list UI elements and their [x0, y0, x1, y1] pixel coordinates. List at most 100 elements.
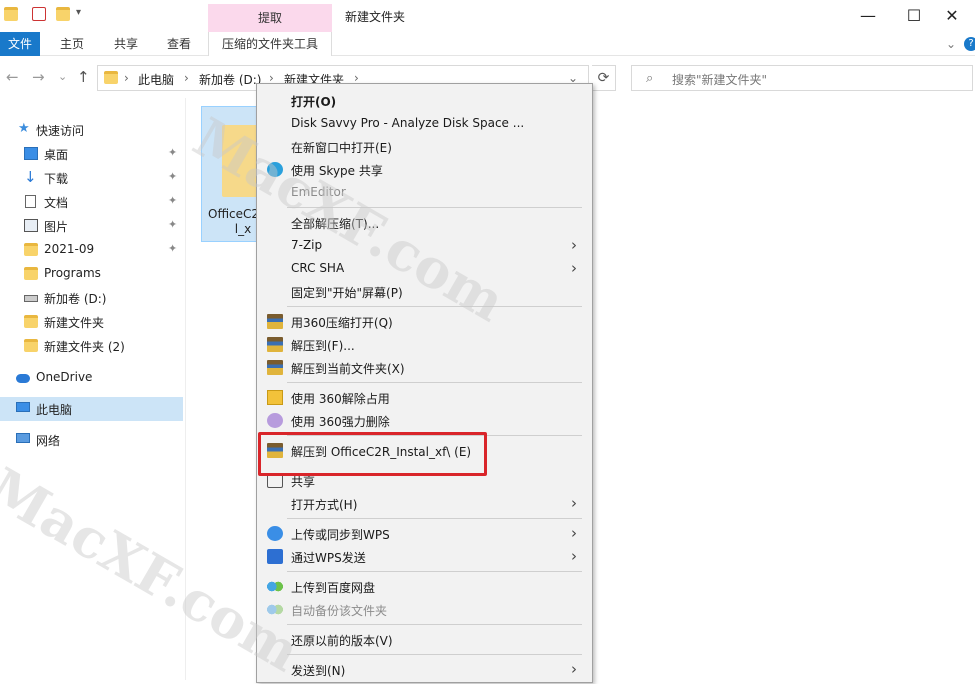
- picture-icon: [24, 219, 38, 232]
- refresh-button[interactable]: ⟳: [592, 65, 616, 91]
- menu-item-open-new-window[interactable]: 在新窗口中打开(E): [259, 135, 590, 158]
- properties-icon[interactable]: [32, 7, 46, 21]
- menu-label: Disk Savvy Pro - Analyze Disk Space ...: [291, 116, 525, 130]
- menu-item-extract-here[interactable]: 解压到当前文件夹(X): [259, 356, 590, 379]
- nav-label: 新建文件夹: [44, 316, 105, 330]
- computer-icon: [16, 402, 30, 412]
- submenu-arrow-icon: ›: [571, 524, 577, 542]
- pin-icon[interactable]: ✦: [168, 146, 177, 159]
- nav-item-drive-d[interactable]: 新加卷 (D:): [0, 286, 183, 310]
- menu-separator: [287, 654, 582, 655]
- delete-360-icon: [267, 413, 283, 428]
- menu-item-send-to[interactable]: 发送到(N) ›: [259, 658, 590, 681]
- network-icon: [16, 433, 30, 443]
- forward-button[interactable]: →: [32, 68, 45, 86]
- tab-view[interactable]: 查看: [157, 32, 201, 56]
- menu-label: 通过WPS发送: [291, 551, 366, 565]
- tab-home[interactable]: 主页: [50, 32, 94, 56]
- nav-label: 图片: [44, 220, 69, 234]
- ribbon-tabs: 文件 主页 共享 查看 压缩的文件夹工具 ⌄ ?: [0, 32, 975, 56]
- menu-label: 解压到当前文件夹(X): [291, 362, 405, 376]
- nav-label: OneDrive: [36, 370, 93, 384]
- drive-icon: [24, 295, 38, 302]
- nav-item-desktop[interactable]: 桌面 ✦: [0, 142, 183, 166]
- highlight-box: [258, 432, 487, 476]
- baidu-icon: [267, 579, 283, 594]
- folder-icon: [24, 267, 38, 280]
- menu-item-360-delete[interactable]: 使用 360强力删除: [259, 409, 590, 432]
- folder-icon: [24, 315, 38, 328]
- zip-icon: [267, 314, 283, 329]
- nav-item-new-folder-2[interactable]: 新建文件夹 (2): [0, 334, 183, 358]
- menu-item-wps-send[interactable]: 通过WPS发送 ›: [259, 545, 590, 568]
- nav-label: 新加卷 (D:): [44, 292, 107, 306]
- recent-locations-button[interactable]: ⌄: [58, 70, 67, 83]
- menu-separator: [287, 382, 582, 383]
- breadcrumb-separator[interactable]: ›: [184, 71, 189, 85]
- nav-item-onedrive[interactable]: OneDrive: [0, 366, 183, 390]
- tab-file[interactable]: 文件: [0, 32, 41, 56]
- help-icon[interactable]: ?: [964, 37, 975, 51]
- expand-ribbon-icon[interactable]: ⌄: [936, 32, 966, 56]
- context-tab-extract[interactable]: 提取: [208, 4, 332, 32]
- close-button[interactable]: ✕: [929, 0, 975, 32]
- nav-item-pictures[interactable]: 图片 ✦: [0, 214, 183, 238]
- customize-toolbar-icon[interactable]: ▾: [76, 7, 90, 21]
- menu-separator: [287, 518, 582, 519]
- pin-icon[interactable]: ✦: [168, 194, 177, 207]
- menu-item-open-360zip[interactable]: 用360压缩打开(Q): [259, 310, 590, 333]
- submenu-arrow-icon: ›: [571, 547, 577, 565]
- minimize-button[interactable]: —: [845, 0, 891, 32]
- menu-item-baidu-upload[interactable]: 上传到百度网盘: [259, 575, 590, 598]
- menu-item-open-with[interactable]: 打开方式(H) ›: [259, 492, 590, 515]
- breadcrumb-separator[interactable]: ›: [124, 71, 129, 85]
- wps-send-icon: [267, 549, 283, 564]
- nav-label: Programs: [44, 266, 101, 280]
- zip-icon: [267, 337, 283, 352]
- nav-item-downloads[interactable]: ↓ 下载 ✦: [0, 166, 183, 190]
- menu-item-disk-savvy[interactable]: Disk Savvy Pro - Analyze Disk Space ...: [259, 112, 590, 135]
- menu-item-open[interactable]: 打开(O): [259, 89, 590, 112]
- breadcrumb-drive-d[interactable]: 新加卷 (D:): [199, 71, 261, 88]
- menu-label: 在新窗口中打开(E): [291, 141, 392, 155]
- pin-icon[interactable]: ✦: [168, 170, 177, 183]
- menu-label: 打开方式(H): [291, 498, 358, 512]
- pin-icon[interactable]: ✦: [168, 218, 177, 231]
- menu-item-baidu-backup: 自动备份该文件夹: [259, 598, 590, 621]
- pin-icon[interactable]: ✦: [168, 242, 177, 255]
- up-button[interactable]: ↑: [77, 68, 90, 86]
- desktop-icon: [24, 147, 38, 160]
- submenu-arrow-icon: ›: [571, 259, 577, 277]
- menu-label: 解压到(F)...: [291, 339, 355, 353]
- nav-item-network[interactable]: 网络: [0, 428, 183, 452]
- nav-quick-access[interactable]: ★ 快速访问: [0, 118, 183, 142]
- new-folder-icon[interactable]: [56, 7, 70, 21]
- back-button[interactable]: ←: [6, 68, 19, 86]
- nav-item-new-folder[interactable]: 新建文件夹: [0, 310, 183, 334]
- breadcrumb-this-pc[interactable]: 此电脑: [138, 71, 174, 88]
- submenu-arrow-icon: ›: [571, 236, 577, 254]
- menu-label: 用360压缩打开(Q): [291, 316, 393, 330]
- search-icon: ⌕: [646, 71, 654, 86]
- search-input[interactable]: ⌕ 搜索"新建文件夹": [631, 65, 973, 91]
- menu-item-360-unlock[interactable]: 使用 360解除占用: [259, 386, 590, 409]
- star-icon: ★: [18, 121, 30, 136]
- wps-cloud-icon: [267, 526, 283, 541]
- menu-label: 使用 360强力删除: [291, 415, 390, 429]
- menu-label: 上传或同步到WPS: [291, 528, 390, 542]
- nav-item-programs[interactable]: Programs: [0, 262, 183, 286]
- tab-compressed-folder-tools[interactable]: 压缩的文件夹工具: [208, 32, 332, 56]
- zip-icon: [267, 360, 283, 375]
- nav-label: 下载: [44, 172, 69, 186]
- nav-label: 网络: [36, 434, 61, 448]
- tab-share[interactable]: 共享: [104, 32, 148, 56]
- submenu-arrow-icon: ›: [571, 494, 577, 512]
- nav-item-2021-09[interactable]: 2021-09 ✦: [0, 238, 183, 262]
- menu-item-wps-upload[interactable]: 上传或同步到WPS ›: [259, 522, 590, 545]
- menu-label: 自动备份该文件夹: [291, 604, 388, 618]
- menu-item-extract-to[interactable]: 解压到(F)...: [259, 333, 590, 356]
- search-placeholder: 搜索"新建文件夹": [672, 73, 768, 87]
- nav-item-documents[interactable]: 文档 ✦: [0, 190, 183, 214]
- folder-icon: [24, 339, 38, 352]
- nav-item-this-pc[interactable]: 此电脑: [0, 397, 183, 421]
